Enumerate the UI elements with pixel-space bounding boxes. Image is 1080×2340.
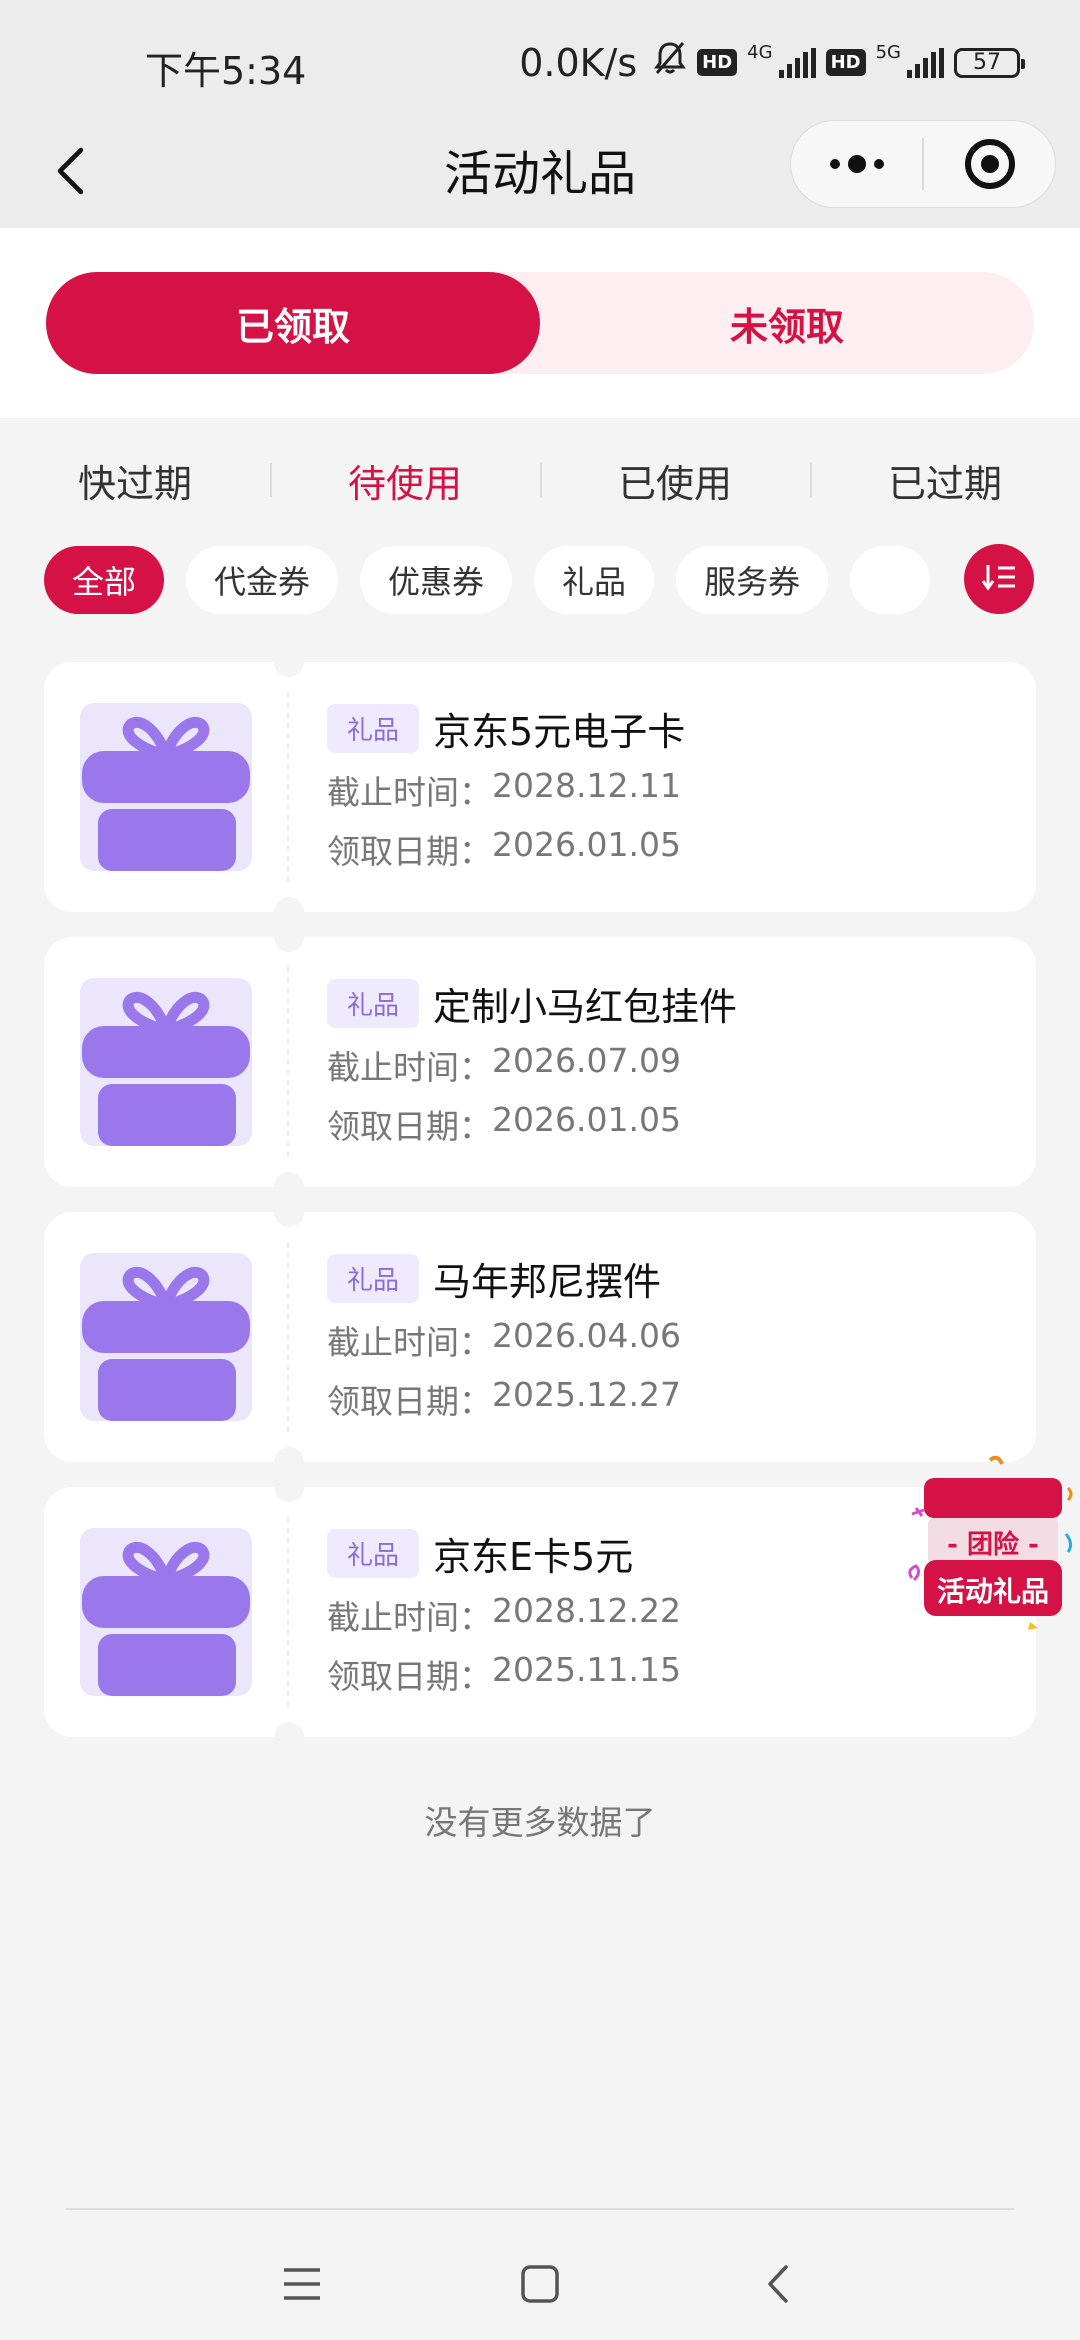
- received-value: 2026.01.05: [492, 825, 681, 864]
- tab-expiring-soon[interactable]: 快过期: [0, 453, 270, 508]
- gift-thumb: [44, 1517, 289, 1707]
- received-segment: 已领取 未领取: [46, 272, 1034, 374]
- deadline-value: 2026.07.09: [492, 1041, 681, 1080]
- received-value: 2025.12.27: [492, 1375, 681, 1414]
- gift-name: 京东5元电子卡: [433, 709, 686, 754]
- hd-badge-1: HD: [697, 49, 738, 76]
- received-label: 领取日期：: [327, 1657, 492, 1696]
- received-label: 领取日期：: [327, 1382, 492, 1421]
- top-bar: 下午5:34 0.0K/s HD 4G HD 5G 57 活动礼品: [0, 0, 1080, 228]
- gift-list: 礼品 京东5元电子卡 截止时间： 2028.12.11 领取日期： 2026.01.…: [44, 647, 1036, 1762]
- deadline-label: 截止时间：: [327, 1323, 492, 1362]
- gift-type-tag: 礼品: [327, 703, 420, 753]
- gift-thumb: [44, 967, 289, 1157]
- gift-card[interactable]: 礼品 马年邦尼摆件 截止时间： 2026.04.06 领取日期： 2025.12.2…: [44, 1197, 1036, 1477]
- system-back-button[interactable]: [748, 2256, 808, 2316]
- gift-info: 礼品 定制小马红包挂件 截止时间： 2026.07.09 领取日期： 2026.01…: [289, 937, 1036, 1187]
- battery-icon: 57: [954, 47, 1025, 78]
- target-circle-icon: [964, 139, 1015, 189]
- signal-icon-2: [907, 47, 944, 78]
- sort-icon: [981, 562, 1017, 596]
- chip-cash-voucher[interactable]: 代金券: [186, 546, 339, 614]
- promo-line-2: 活动礼品: [936, 1575, 1049, 1608]
- gift-type-tag: 礼品: [327, 1253, 420, 1303]
- menu-icon: [282, 2266, 322, 2306]
- tab-to-use[interactable]: 待使用: [270, 453, 540, 508]
- system-navigation-bar: [0, 2208, 1080, 2340]
- tab-expired[interactable]: 已过期: [810, 453, 1080, 508]
- received-label: 领取日期：: [327, 1107, 492, 1146]
- promo-line-1: - 团险 -: [947, 1530, 1039, 1560]
- chevron-left-icon: [766, 2264, 790, 2308]
- gift-info: 礼品 马年邦尼摆件 截止时间： 2026.04.06 领取日期： 2025.12.2…: [289, 1212, 1036, 1462]
- segment-received[interactable]: 已领取: [46, 272, 540, 374]
- gift-name: 京东E卡5元: [433, 1534, 634, 1579]
- gift-card[interactable]: 礼品 定制小马红包挂件 截止时间： 2026.07.09 领取日期： 2026.01…: [44, 922, 1036, 1202]
- segment-not-received[interactable]: 未领取: [540, 272, 1034, 374]
- deadline-label: 截止时间：: [327, 1598, 492, 1637]
- gift-box-icon: [79, 978, 252, 1146]
- category-chips: 全部 代金券 优惠券 礼品 服务券: [44, 546, 1044, 614]
- gift-card[interactable]: 礼品 京东5元电子卡 截止时间： 2028.12.11 领取日期： 2026.01.…: [44, 647, 1036, 927]
- gift-received-date: 领取日期： 2025.12.27: [327, 1375, 1036, 1421]
- group-insurance-promo-badge[interactable]: - 团险 - 活动礼品: [898, 1452, 1080, 1638]
- gift-thumb: [44, 1242, 289, 1432]
- gift-type-tag: 礼品: [327, 1528, 420, 1578]
- gift-deadline: 截止时间： 2026.04.06: [327, 1316, 1036, 1362]
- sort-button[interactable]: [964, 544, 1034, 614]
- gift-received-date: 领取日期： 2026.01.05: [327, 825, 1036, 871]
- chip-all[interactable]: 全部: [44, 546, 165, 614]
- home-button[interactable]: [510, 2256, 570, 2316]
- gift-info: 礼品 京东5元电子卡 截止时间： 2028.12.11 领取日期： 2026.01.…: [289, 662, 1036, 912]
- gift-box-icon: [79, 1253, 252, 1421]
- received-label: 领取日期：: [327, 832, 492, 871]
- gift-received-date: 领取日期： 2026.01.05: [327, 1100, 1036, 1146]
- gift-deadline: 截止时间： 2026.07.09: [327, 1041, 1036, 1087]
- home-square-icon: [520, 2264, 560, 2308]
- chip-more[interactable]: [850, 546, 931, 614]
- close-mini-program-button[interactable]: [924, 121, 1055, 207]
- gift-box-icon: [79, 703, 252, 871]
- gift-type-tag: 礼品: [327, 978, 420, 1028]
- no-more-data-text: 没有更多数据了: [424, 1803, 656, 1842]
- gift-card[interactable]: 礼品 京东E卡5元 截止时间： 2028.12.22 领取日期： 2025.11.1…: [44, 1472, 1036, 1752]
- chip-service-voucher[interactable]: 服务券: [676, 546, 829, 614]
- network-type-2: 5G: [875, 42, 901, 63]
- nav-divider: [66, 2208, 1014, 2210]
- navigation-bar: 活动礼品: [0, 120, 1080, 228]
- menu-button[interactable]: [272, 2256, 332, 2316]
- status-bar: 下午5:34 0.0K/s HD 4G HD 5G 57: [0, 0, 1080, 120]
- status-indicators: 0.0K/s HD 4G HD 5G 57: [519, 40, 1025, 85]
- hd-badge-2: HD: [825, 49, 866, 76]
- more-button[interactable]: [791, 121, 922, 207]
- deadline-value: 2026.04.06: [492, 1316, 681, 1355]
- gift-deadline: 截止时间： 2028.12.11: [327, 766, 1036, 812]
- gift-name: 马年邦尼摆件: [433, 1259, 662, 1304]
- chip-gift[interactable]: 礼品: [534, 546, 655, 614]
- network-speed: 0.0K/s: [519, 40, 638, 85]
- gift-title-row: 礼品 马年邦尼摆件: [327, 1253, 1036, 1304]
- received-value: 2026.01.05: [492, 1100, 681, 1139]
- gift-title-row: 礼品 京东5元电子卡: [327, 703, 1036, 754]
- mute-bell-icon: [653, 40, 687, 85]
- mini-program-capsule: [790, 120, 1056, 208]
- more-dots-icon: [829, 155, 884, 173]
- gift-title-row: 礼品 定制小马红包挂件: [327, 978, 1036, 1029]
- gift-box-icon: [79, 1528, 252, 1696]
- tab-used[interactable]: 已使用: [540, 453, 810, 508]
- gift-name: 定制小马红包挂件: [433, 984, 738, 1029]
- status-time: 下午5:34: [145, 49, 307, 93]
- received-value: 2025.11.15: [492, 1650, 681, 1689]
- network-type-1: 4G: [747, 42, 773, 63]
- deadline-label: 截止时间：: [327, 1048, 492, 1087]
- deadline-value: 2028.12.22: [492, 1591, 681, 1630]
- gift-received-date: 领取日期： 2025.11.15: [327, 1650, 1036, 1696]
- signal-icon-1: [778, 47, 816, 78]
- gift-thumb: [44, 692, 289, 882]
- chip-coupon[interactable]: 优惠券: [360, 546, 513, 614]
- segment-container: 已领取 未领取: [0, 228, 1080, 418]
- deadline-value: 2028.12.11: [492, 766, 681, 805]
- deadline-label: 截止时间：: [327, 773, 492, 812]
- status-tabs: 快过期 待使用 已使用 已过期: [0, 418, 1080, 542]
